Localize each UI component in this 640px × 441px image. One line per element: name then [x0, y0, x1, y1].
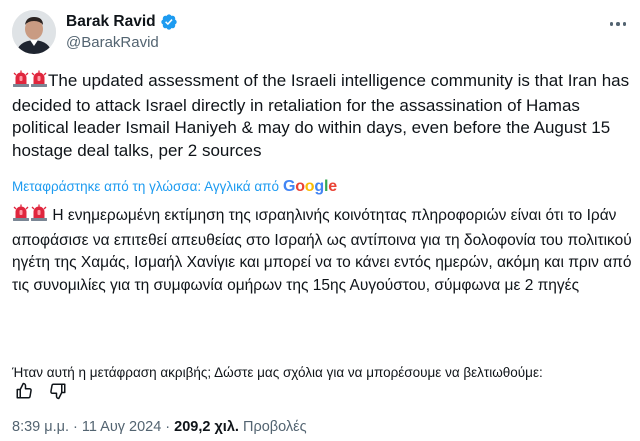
police-light-emoji	[30, 204, 48, 230]
translated-text-block: Η ενημερωμένη εκτίμηση της ισραηλινής κο…	[12, 204, 632, 297]
avatar-photo	[12, 10, 56, 54]
views-count: 209,2 χιλ.	[174, 419, 239, 435]
tweet-date[interactable]: 11 Αυγ 2024	[82, 419, 161, 435]
translation-feedback-question: Ήταν αυτή η μετάφραση ακριβής; Δώστε μας…	[12, 365, 543, 380]
views-label: Προβολές	[242, 419, 307, 435]
translated-text: Η ενημερωμένη εκτίμηση της ισραηλινής κο…	[12, 207, 632, 294]
verified-badge-icon[interactable]	[160, 13, 178, 31]
translation-notice-text[interactable]: Μεταφράστηκε από τη γλώσσα: Αγγλικά από	[12, 178, 279, 196]
avatar[interactable]	[12, 10, 56, 54]
tweet-original-text: The updated assessment of the Israeli in…	[12, 71, 630, 160]
separator: ·	[165, 419, 171, 435]
more-options-icon[interactable]	[608, 14, 628, 34]
thumbs-up-icon[interactable]	[14, 381, 34, 401]
police-light-emoji	[12, 204, 30, 230]
google-logo-icon: Google	[282, 178, 337, 195]
tweet-body: The updated assessment of the Israeli in…	[12, 70, 630, 162]
tweet-meta: 8:39 μ.μ. · 11 Αυγ 2024 · 209,2 χιλ. Προβολέ…	[12, 417, 307, 437]
name-row: Barak Ravid	[66, 12, 178, 32]
author-display-name[interactable]: Barak Ravid	[66, 12, 156, 32]
thumbs-down-icon[interactable]	[48, 381, 68, 401]
author-block: Barak Ravid @BarakRavid	[66, 12, 178, 53]
tweet-header: Barak Ravid @BarakRavid	[12, 10, 628, 54]
author-handle[interactable]: @BarakRavid	[66, 33, 178, 53]
translation-feedback-buttons	[14, 381, 68, 401]
tweet-time[interactable]: 8:39 μ.μ.	[12, 419, 69, 435]
police-light-emoji	[30, 70, 48, 95]
separator: ·	[73, 419, 78, 435]
translation-notice[interactable]: Μεταφράστηκε από τη γλώσσα: Αγγλικά από …	[12, 178, 337, 196]
police-light-emoji	[12, 70, 30, 95]
